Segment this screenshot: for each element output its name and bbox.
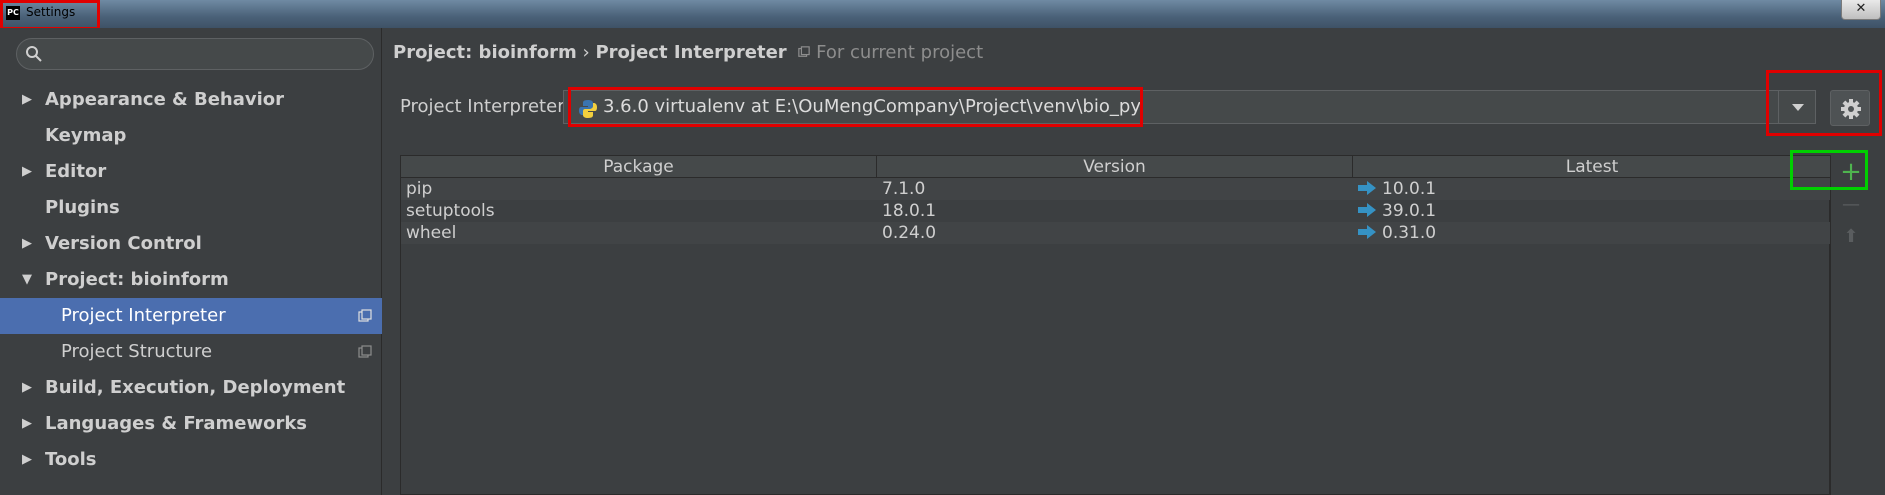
sidebar-item-label: Plugins — [45, 197, 120, 218]
sidebar-item-label: Project Interpreter — [61, 305, 226, 326]
sidebar-item-label: Languages & Frameworks — [45, 413, 308, 434]
column-header-version[interactable]: Version — [877, 156, 1353, 178]
sidebar-item-tools[interactable]: ▶ Tools — [0, 442, 382, 478]
package-latest: 39.0.1 — [1382, 201, 1437, 221]
package-latest-cell: 0.31.0 — [1358, 222, 1436, 244]
package-latest: 10.0.1 — [1382, 179, 1437, 199]
sidebar-item-build[interactable]: ▶ Build, Execution, Deployment — [0, 370, 382, 406]
search-input[interactable] — [16, 38, 374, 70]
add-button-highlight-box — [1790, 150, 1868, 190]
sidebar-item-version-control[interactable]: ▶ Version Control — [0, 226, 382, 262]
table-header: Package Version Latest — [401, 156, 1831, 178]
project-scope-icon — [358, 309, 372, 322]
package-toolbar: + — ⬆ — [1830, 155, 1870, 495]
sidebar-item-label: Project Structure — [61, 341, 213, 362]
title-bar: PC Settings ✕ — [0, 0, 1885, 30]
package-name: setuptools — [406, 201, 495, 221]
column-header-package[interactable]: Package — [401, 156, 877, 178]
title-highlight-box — [0, 0, 100, 30]
table-row[interactable]: wheel 0.24.0 0.31.0 — [401, 222, 1831, 244]
settings-sidebar: ▶ Appearance & Behavior Keymap ▶ Editor … — [0, 28, 382, 495]
upgrade-package-button[interactable]: ⬆ — [1835, 223, 1867, 251]
package-version: 7.1.0 — [882, 179, 926, 199]
sidebar-item-plugins[interactable]: Plugins — [0, 190, 382, 226]
expand-arrow-icon[interactable]: ▶ — [22, 82, 34, 118]
collapse-arrow-icon[interactable]: ▼ — [22, 262, 34, 298]
project-scope-icon — [798, 46, 811, 57]
package-version: 0.24.0 — [882, 223, 937, 243]
breadcrumb-page: Project Interpreter — [595, 42, 787, 63]
sidebar-item-appearance[interactable]: ▶ Appearance & Behavior — [0, 82, 382, 118]
sidebar-item-keymap[interactable]: Keymap — [0, 118, 382, 154]
upgrade-arrow-icon — [1358, 203, 1376, 217]
sidebar-item-label: Editor — [45, 161, 107, 182]
breadcrumb: Project: bioinform › Project Interpreter… — [393, 42, 983, 63]
interpreter-label: Project Interpreter: — [400, 96, 571, 117]
expand-arrow-icon[interactable]: ▶ — [22, 370, 34, 406]
package-version: 18.0.1 — [882, 201, 937, 221]
sidebar-item-label: Tools — [45, 449, 97, 470]
column-header-latest[interactable]: Latest — [1353, 156, 1831, 178]
sidebar-item-languages[interactable]: ▶ Languages & Frameworks — [0, 406, 382, 442]
upgrade-arrow-icon — [1358, 181, 1376, 195]
sidebar-item-project-interpreter[interactable]: Project Interpreter — [0, 298, 382, 334]
packages-table: Package Version Latest pip 7.1.0 10.0.1 … — [400, 155, 1831, 495]
breadcrumb-separator: › — [582, 42, 590, 63]
search-icon — [26, 46, 42, 62]
sidebar-item-label: Build, Execution, Deployment — [45, 377, 346, 398]
table-row[interactable]: setuptools 18.0.1 39.0.1 — [401, 200, 1831, 222]
upgrade-arrow-icon — [1358, 225, 1376, 239]
sidebar-item-project[interactable]: ▼ Project: bioinform — [0, 262, 382, 298]
settings-highlight-box — [1766, 70, 1882, 136]
package-latest-cell: 10.0.1 — [1358, 178, 1436, 200]
remove-package-button[interactable]: — — [1835, 191, 1867, 219]
sidebar-item-label: Keymap — [45, 125, 127, 146]
expand-arrow-icon[interactable]: ▶ — [22, 406, 34, 442]
sidebar-item-label: Project: bioinform — [45, 269, 229, 290]
expand-arrow-icon[interactable]: ▶ — [22, 226, 34, 262]
main-panel: Project: bioinform › Project Interpreter… — [383, 28, 1885, 495]
package-name: wheel — [406, 223, 457, 243]
package-name: pip — [406, 179, 433, 199]
close-button[interactable]: ✕ — [1841, 0, 1881, 20]
sidebar-item-project-structure[interactable]: Project Structure — [0, 334, 382, 370]
interpreter-highlight-box — [568, 87, 1143, 127]
package-latest: 0.31.0 — [1382, 223, 1437, 243]
package-latest-cell: 39.0.1 — [1358, 200, 1436, 222]
sidebar-item-label: Appearance & Behavior — [45, 89, 285, 110]
expand-arrow-icon[interactable]: ▶ — [22, 442, 34, 478]
breadcrumb-project: Project: bioinform — [393, 42, 577, 63]
breadcrumb-note: For current project — [816, 42, 984, 63]
sidebar-item-editor[interactable]: ▶ Editor — [0, 154, 382, 190]
project-scope-icon — [358, 345, 372, 358]
sidebar-item-label: Version Control — [45, 233, 202, 254]
expand-arrow-icon[interactable]: ▶ — [22, 154, 34, 190]
table-row[interactable]: pip 7.1.0 10.0.1 — [401, 178, 1831, 200]
